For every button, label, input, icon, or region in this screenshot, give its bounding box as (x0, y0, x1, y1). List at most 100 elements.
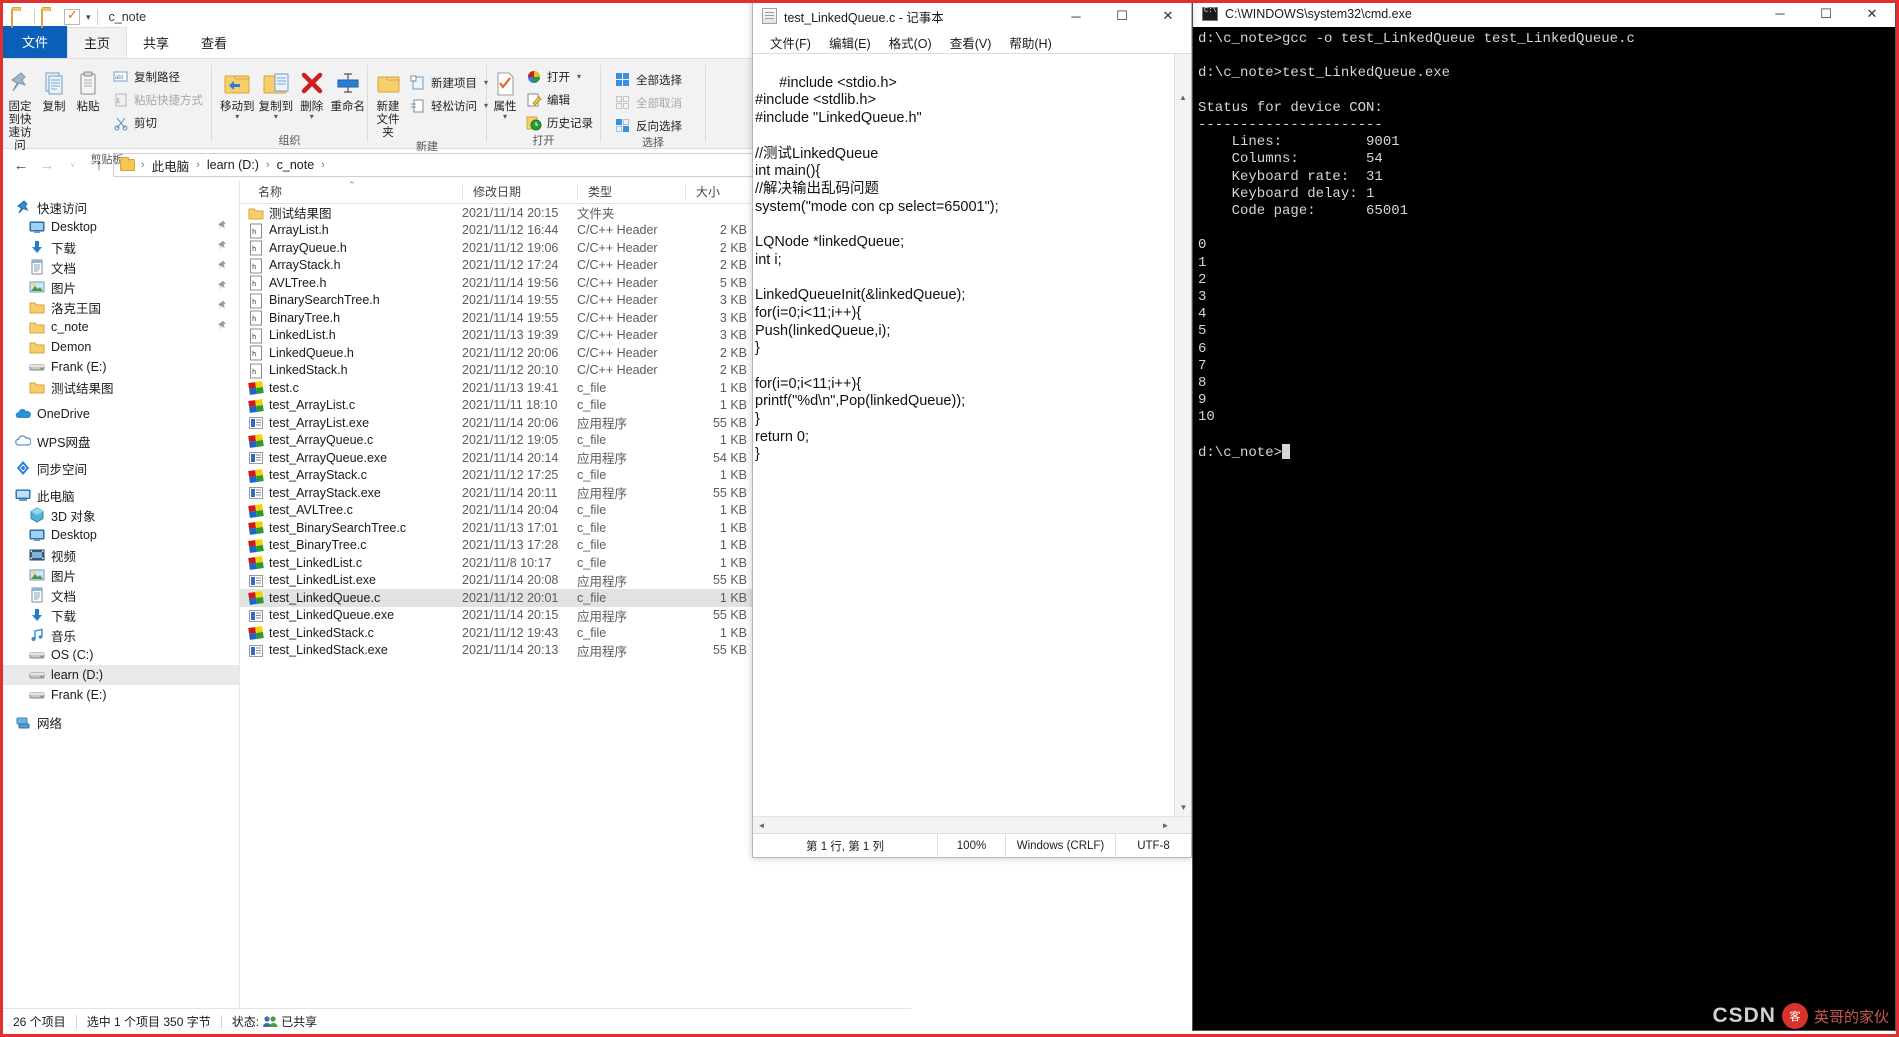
sidebar-item-desktop[interactable]: Desktop (3, 217, 239, 237)
navigation-pane: 快速访问 Desktop 下载 文档 图片 洛克王国 c_note Demon Frank (E… (3, 181, 240, 1008)
sidebar-item-[interactable]: 测试结果图 (3, 377, 239, 397)
column-header-date[interactable]: 修改日期 (462, 184, 577, 200)
move-to-button[interactable]: 移动到 ▾ (218, 64, 257, 121)
drive-icon (29, 647, 45, 663)
sidebar-item-3d[interactable]: 3D 对象 (3, 505, 239, 525)
sidebar-item-frank-e[interactable]: Frank (E:) (3, 357, 239, 377)
open-button[interactable]: 打开 ▾ (522, 66, 597, 87)
breadcrumb-learn-d[interactable]: learn (D:) (203, 157, 263, 173)
select-none-button[interactable]: 全部取消 (611, 92, 686, 113)
pin-icon[interactable] (216, 260, 227, 274)
maximize-button[interactable]: ☐ (1803, 0, 1849, 29)
tab-home[interactable]: 主页 (67, 27, 128, 58)
sidebar-item-[interactable]: 洛克王国 (3, 297, 239, 317)
sidebar-item-[interactable]: 快速访问 (3, 197, 239, 217)
pin-icon[interactable] (216, 240, 227, 254)
sidebar-item-[interactable]: 音乐 (3, 625, 239, 645)
file-name-cell: test_LinkedStack.c (240, 625, 462, 641)
chevron-down-icon[interactable]: ▾ (274, 113, 278, 121)
sidebar-item-wps[interactable]: WPS网盘 (3, 431, 239, 451)
chevron-down-icon[interactable]: ▾ (503, 113, 507, 121)
scroll-right-arrow-icon[interactable]: ► (1157, 817, 1174, 834)
minimize-button[interactable]: ─ (1053, 1, 1099, 31)
easy-access-button[interactable]: 轻松访问 ▾ (406, 95, 492, 116)
delete-button[interactable]: 删除 ▾ (295, 64, 328, 121)
chevron-down-icon[interactable]: ▾ (86, 12, 91, 23)
sidebar-item-os-c[interactable]: OS (C:) (3, 645, 239, 665)
tab-share[interactable]: 共享 (127, 28, 185, 58)
file-name-cell: test_BinarySearchTree.c (240, 520, 462, 536)
pin-icon[interactable] (216, 280, 227, 294)
sidebar-item-desktop[interactable]: Desktop (3, 525, 239, 545)
copy-to-button[interactable]: 复制到 ▾ (257, 64, 296, 121)
sidebar-item-[interactable]: 网络 (3, 712, 239, 732)
cut-button[interactable]: 剪切 (109, 112, 207, 133)
sidebar-item-[interactable]: 同步空间 (3, 458, 239, 478)
zoom-level[interactable]: 100% (938, 833, 1006, 858)
label: 全部取消 (636, 97, 682, 110)
minimize-button[interactable]: ─ (1757, 0, 1803, 29)
tab-view[interactable]: 查看 (185, 28, 243, 58)
copy-button[interactable]: 复制 (37, 64, 71, 114)
label: 速访问 (8, 127, 32, 152)
chevron-down-icon[interactable]: ▾ (310, 113, 314, 121)
menu-format[interactable]: 格式(O) (880, 31, 941, 54)
sidebar-item-onedrive[interactable]: OneDrive (3, 404, 239, 424)
chevron-down-icon[interactable]: ▾ (235, 113, 239, 121)
scroll-left-arrow-icon[interactable]: ◄ (753, 817, 770, 834)
new-folder-button[interactable]: 新建 文件夹 (374, 64, 402, 140)
pin-icon[interactable] (216, 320, 227, 334)
check-icon[interactable] (64, 7, 80, 25)
sidebar-item-[interactable]: 文档 (3, 257, 239, 277)
history-button[interactable]: 历史记录 (522, 112, 597, 133)
menu-view[interactable]: 查看(V) (941, 31, 1001, 54)
file-date: 2021/11/14 20:08 (462, 573, 559, 588)
invert-selection-button[interactable]: 反向选择 (611, 115, 686, 136)
sidebar-item-[interactable]: 视频 (3, 545, 239, 565)
sidebar-item-[interactable]: 文档 (3, 585, 239, 605)
chevron-down-icon[interactable]: ▾ (577, 72, 581, 81)
tab-file[interactable]: 文件 (3, 26, 68, 58)
ribbon-group-select: 全部选择 全部取消 反向选择 选择 (601, 59, 705, 150)
notepad-titlebar[interactable]: test_LinkedQueue.c - 记事本 ─ ☐ ✕ (753, 1, 1191, 31)
cmd-titlebar[interactable]: C:\WINDOWS\system32\cmd.exe ─ ☐ ✕ (1193, 0, 1895, 27)
cmd-output[interactable]: d:\c_note>gcc -o test_LinkedQueue test_L… (1193, 27, 1895, 1030)
sidebar-item-[interactable]: 此电脑 (3, 485, 239, 505)
new-item-button[interactable]: 新建项目 ▾ (406, 72, 492, 93)
close-button[interactable]: ✕ (1849, 0, 1895, 29)
scroll-up-arrow-icon[interactable]: ▲ (1175, 89, 1191, 106)
sidebar-item-[interactable]: 下载 (3, 605, 239, 625)
paste-button[interactable]: 粘贴 (71, 64, 105, 114)
close-button[interactable]: ✕ (1145, 1, 1191, 31)
menu-file[interactable]: 文件(F) (761, 31, 820, 54)
paste-shortcut-button[interactable]: 粘贴快捷方式 (109, 89, 207, 110)
sidebar-item-demon[interactable]: Demon (3, 337, 239, 357)
menu-help[interactable]: 帮助(H) (1000, 31, 1060, 54)
folder-icon[interactable] (41, 8, 58, 28)
sidebar-item-[interactable]: 图片 (3, 565, 239, 585)
maximize-button[interactable]: ☐ (1099, 1, 1145, 31)
copy-path-button[interactable]: abl 复制路径 (109, 66, 207, 87)
c-file-icon (248, 555, 264, 571)
rename-button[interactable]: 重命名 (328, 64, 367, 114)
encoding[interactable]: UTF-8 (1116, 834, 1191, 858)
sidebar-item-[interactable]: 下载 (3, 237, 239, 257)
edit-button[interactable]: 编辑 (522, 89, 597, 110)
pin-icon[interactable] (216, 300, 227, 314)
sidebar-item-learn-d[interactable]: learn (D:) (3, 665, 239, 685)
menu-edit[interactable]: 编辑(E) (820, 31, 880, 54)
notepad-text-area[interactable]: #include <stdio.h> #include <stdlib.h> #… (753, 53, 1191, 816)
line-ending[interactable]: Windows (CRLF) (1006, 833, 1116, 858)
sidebar-item-c-note[interactable]: c_note (3, 317, 239, 337)
pin-to-quick-access-button[interactable]: 固定到快 速访问 (3, 64, 37, 153)
breadcrumb-c-note[interactable]: c_note (273, 157, 319, 173)
notepad-horizontal-scrollbar[interactable]: ◄ ► (753, 816, 1191, 833)
sidebar-item-frank-e[interactable]: Frank (E:) (3, 685, 239, 705)
column-header-type[interactable]: 类型 (577, 184, 685, 200)
sidebar-item-[interactable]: 图片 (3, 277, 239, 297)
select-all-button[interactable]: 全部选择 (611, 69, 686, 90)
notepad-vertical-scrollbar[interactable]: ▲ ▼ (1174, 54, 1191, 816)
pin-icon[interactable] (216, 220, 227, 234)
scroll-down-arrow-icon[interactable]: ▼ (1175, 799, 1191, 816)
properties-button[interactable]: 属性 ▾ (492, 64, 518, 121)
